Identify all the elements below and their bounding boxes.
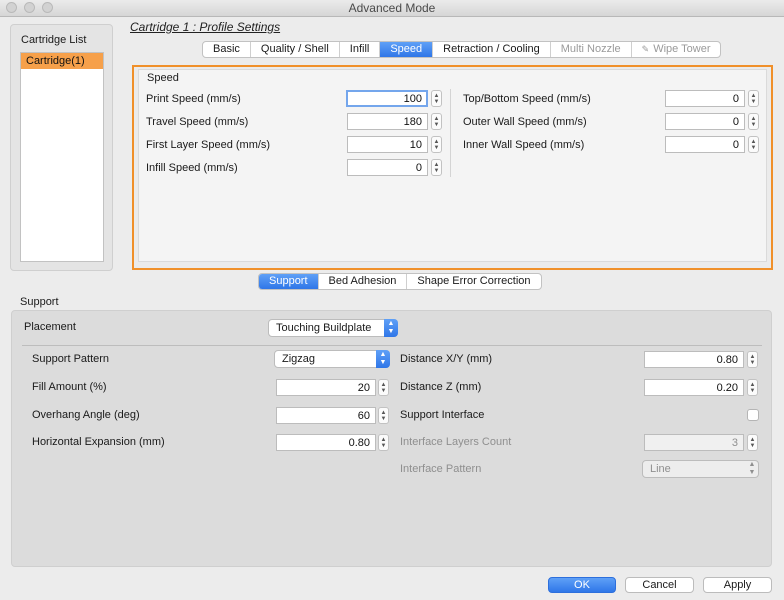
interface-layers-stepper[interactable]: ▲ ▼ (747, 434, 758, 451)
tab-support[interactable]: Support (259, 274, 319, 289)
placement-divider (22, 345, 762, 346)
interface-pattern-select[interactable]: Line ▲ ▼ (642, 460, 759, 478)
interface-layers-label: Interface Layers Count (400, 436, 512, 448)
profile-tabs: Basic Quality / Shell Infill Speed Retra… (202, 41, 722, 58)
support-section-label: Support (20, 296, 59, 308)
print-speed-label: Print Speed (mm/s) (146, 93, 241, 105)
interface-layers-field[interactable]: 3 (644, 434, 744, 451)
tab-speed[interactable]: Speed (380, 42, 434, 57)
inner-wall-speed-stepper[interactable]: ▲ ▼ (748, 136, 759, 153)
overhang-angle-label: Overhang Angle (deg) (32, 409, 140, 421)
infill-speed-stepper[interactable]: ▲ ▼ (431, 159, 442, 176)
placement-select-value: Touching Buildplate (276, 322, 372, 334)
first-layer-speed-stepper[interactable]: ▲ ▼ (431, 136, 442, 153)
cancel-button[interactable]: Cancel (625, 577, 694, 593)
select-arrows-icon: ▲ ▼ (376, 350, 390, 368)
interface-pattern-value: Line (650, 463, 671, 475)
overhang-angle-field[interactable]: 60 (276, 407, 376, 424)
support-pattern-value: Zigzag (282, 353, 316, 365)
infill-speed-label: Infill Speed (mm/s) (146, 162, 238, 174)
travel-speed-stepper[interactable]: ▲ ▼ (431, 113, 442, 130)
tab-infill[interactable]: Infill (340, 42, 381, 57)
support-interface-checkbox[interactable] (747, 409, 759, 421)
travel-speed-field[interactable]: 180 (347, 113, 428, 130)
distance-z-label: Distance Z (mm) (400, 381, 482, 393)
ok-button[interactable]: OK (548, 577, 616, 593)
tab-wipe-tower[interactable]: ✎ Wipe Tower (632, 42, 721, 57)
fill-amount-label: Fill Amount (%) (32, 381, 107, 393)
outer-wall-speed-stepper[interactable]: ▲ ▼ (748, 113, 759, 130)
distance-z-stepper[interactable]: ▲ ▼ (747, 379, 758, 396)
cartridge-list[interactable]: Cartridge(1) (20, 52, 104, 262)
first-layer-speed-field[interactable]: 10 (347, 136, 428, 153)
horizontal-expansion-label: Horizontal Expansion (mm) (32, 436, 165, 448)
tab-quality-shell[interactable]: Quality / Shell (251, 42, 340, 57)
cartridge-list-group: Cartridge List Cartridge(1) (10, 24, 113, 271)
distance-xy-stepper[interactable]: ▲ ▼ (747, 351, 758, 368)
outer-wall-speed-label: Outer Wall Speed (mm/s) (463, 116, 587, 128)
speed-section-label: Speed (147, 72, 179, 84)
support-pattern-label: Support Pattern (32, 353, 110, 365)
wipe-tower-icon: ✎ (641, 44, 650, 54)
top-bottom-speed-stepper[interactable]: ▲ ▼ (748, 90, 759, 107)
inner-wall-speed-label: Inner Wall Speed (mm/s) (463, 139, 585, 151)
inner-wall-speed-field[interactable]: 0 (665, 136, 745, 153)
print-speed-field[interactable]: 100 (346, 90, 428, 107)
support-tabs: Support Bed Adhesion Shape Error Correct… (258, 273, 542, 290)
top-bottom-speed-label: Top/Bottom Speed (mm/s) (463, 93, 591, 105)
first-layer-speed-label: First Layer Speed (mm/s) (146, 139, 271, 151)
placement-select[interactable]: Touching Buildplate ▲ ▼ (268, 319, 398, 337)
overhang-angle-stepper[interactable]: ▲ ▼ (378, 407, 389, 424)
profile-settings-title: Cartridge 1 : Profile Settings (130, 20, 281, 34)
apply-button[interactable]: Apply (703, 577, 772, 593)
support-interface-label: Support Interface (400, 409, 485, 421)
outer-wall-speed-field[interactable]: 0 (665, 113, 745, 130)
horizontal-expansion-stepper[interactable]: ▲ ▼ (378, 434, 389, 451)
tab-multi-nozzle[interactable]: Multi Nozzle (551, 42, 632, 57)
list-item[interactable]: Cartridge(1) (21, 53, 103, 69)
infill-speed-field[interactable]: 0 (347, 159, 428, 176)
column-divider (450, 89, 451, 177)
select-arrows-icon: ▲ ▼ (384, 319, 398, 337)
window-title: Advanced Mode (348, 1, 436, 15)
distance-xy-label: Distance X/Y (mm) (400, 353, 493, 365)
support-pattern-select[interactable]: Zigzag ▲ ▼ (274, 350, 390, 368)
placement-label: Placement (24, 321, 76, 333)
support-panel: Placement Touching Buildplate ▲ ▼ Support… (11, 310, 772, 567)
tab-retraction-cooling[interactable]: Retraction / Cooling (433, 42, 551, 57)
top-bottom-speed-field[interactable]: 0 (665, 90, 745, 107)
tab-bed-adhesion[interactable]: Bed Adhesion (319, 274, 408, 289)
select-arrows-icon: ▲ ▼ (748, 461, 756, 476)
print-speed-stepper[interactable]: ▲ ▼ (431, 90, 442, 107)
distance-z-field[interactable]: 0.20 (644, 379, 744, 396)
tab-basic[interactable]: Basic (203, 42, 251, 57)
tab-shape-error-correction[interactable]: Shape Error Correction (407, 274, 540, 289)
title-bar: Advanced Mode (0, 0, 784, 17)
fill-amount-stepper[interactable]: ▲ ▼ (378, 379, 389, 396)
travel-speed-label: Travel Speed (mm/s) (146, 116, 249, 128)
cartridge-list-label: Cartridge List (21, 34, 87, 46)
tab-wipe-tower-label: Wipe Tower (653, 43, 711, 55)
speed-panel: Speed Print Speed (mm/s) 100 ▲ ▼ Travel S… (132, 65, 773, 270)
interface-pattern-label: Interface Pattern (400, 463, 482, 475)
fill-amount-field[interactable]: 20 (276, 379, 376, 396)
horizontal-expansion-field[interactable]: 0.80 (276, 434, 376, 451)
distance-xy-field[interactable]: 0.80 (644, 351, 744, 368)
